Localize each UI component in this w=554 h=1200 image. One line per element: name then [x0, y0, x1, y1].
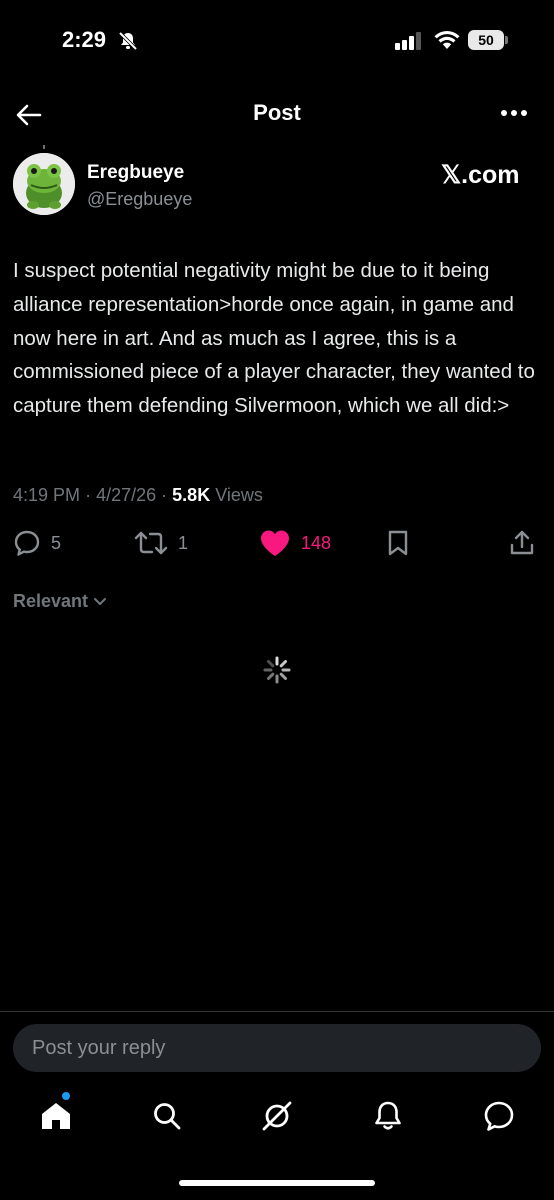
- post-meta: 4:19 PM · 4/27/26 · 5.8K Views: [13, 485, 263, 506]
- chevron-down-icon: [94, 597, 107, 605]
- author-name[interactable]: Eregbueye: [87, 162, 184, 184]
- reply-icon: [14, 530, 40, 556]
- share-button[interactable]: [508, 529, 536, 557]
- replies-sort-dropdown[interactable]: Relevant: [13, 591, 107, 612]
- reply-input[interactable]: [30, 1035, 514, 1061]
- post-time: 4:19 PM: [13, 485, 81, 505]
- page-title: Post: [253, 100, 301, 125]
- views-label: Views: [215, 485, 263, 505]
- nav-messages[interactable]: [481, 1098, 517, 1134]
- like-button[interactable]: 148: [259, 529, 331, 557]
- post-text: I suspect potential negativity might be …: [13, 259, 535, 418]
- nav-search[interactable]: [149, 1098, 185, 1134]
- bookmark-icon: [388, 530, 408, 556]
- views-count[interactable]: 5.8K: [172, 485, 210, 505]
- sort-label: Relevant: [13, 591, 89, 611]
- home-notification-dot: [62, 1092, 70, 1100]
- like-count: 148: [301, 532, 332, 553]
- reply-button[interactable]: 5: [13, 529, 61, 557]
- battery-cap: [505, 36, 508, 44]
- wifi-icon: [434, 30, 460, 49]
- thread-dot: [43, 145, 45, 149]
- share-icon: [510, 530, 534, 555]
- reply-box[interactable]: [13, 1024, 541, 1072]
- repost-count: 1: [178, 532, 189, 553]
- nav-home[interactable]: [38, 1098, 74, 1134]
- frog-avatar-image: [13, 153, 75, 215]
- battery-indicator: 50: [468, 30, 504, 50]
- loading-spinner-icon: [263, 656, 291, 684]
- avatar[interactable]: [13, 153, 75, 215]
- repost-icon: [134, 531, 168, 555]
- post-date: 4/27/26: [96, 485, 157, 505]
- messages-icon: [484, 1101, 514, 1131]
- nav-grok[interactable]: [259, 1098, 295, 1134]
- nav-notifications[interactable]: [370, 1098, 406, 1134]
- divider: [0, 1011, 554, 1012]
- search-icon: [154, 1103, 181, 1130]
- home-indicator: [179, 1180, 375, 1186]
- reply-count: 5: [51, 532, 62, 553]
- bell-muted-icon: [118, 31, 138, 51]
- signal-icon: [395, 32, 421, 50]
- bookmark-button[interactable]: [385, 529, 411, 557]
- source-label: 𝕏.com: [441, 161, 520, 189]
- meta-separator: ·: [85, 485, 92, 505]
- repost-button[interactable]: 1: [134, 529, 188, 557]
- grok-icon: [262, 1101, 292, 1131]
- status-time: 2:29: [62, 27, 107, 52]
- home-icon: [42, 1103, 70, 1129]
- notifications-icon: [375, 1101, 401, 1130]
- meta-separator: ·: [161, 485, 168, 505]
- author-handle[interactable]: @Eregbueye: [87, 189, 192, 210]
- heart-icon: [261, 530, 289, 556]
- more-options-icon[interactable]: [498, 103, 530, 123]
